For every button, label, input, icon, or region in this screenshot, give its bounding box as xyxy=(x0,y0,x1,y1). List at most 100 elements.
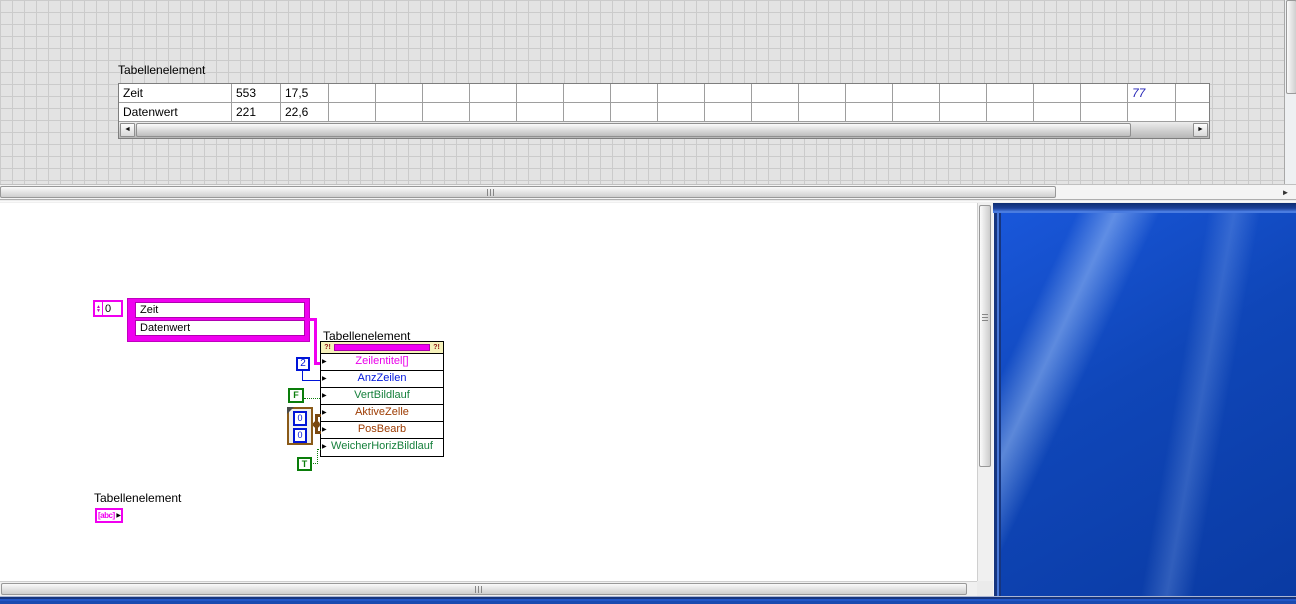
table-cell[interactable] xyxy=(987,103,1034,121)
table-cell[interactable] xyxy=(517,84,564,102)
array-string-element[interactable]: Zeit xyxy=(135,302,305,318)
table-cell[interactable] xyxy=(376,103,423,121)
array-index-value[interactable]: 0 xyxy=(103,302,111,315)
property-row-aktivezelle[interactable]: ▶ AktiveZelle xyxy=(321,405,443,422)
reference-marker: ?! xyxy=(433,343,440,351)
table-cell[interactable] xyxy=(1176,84,1209,102)
table-cell[interactable] xyxy=(423,103,470,121)
table-cell[interactable] xyxy=(940,103,987,121)
property-node-reference-header[interactable]: ?! ?! xyxy=(321,342,443,354)
property-node[interactable]: ?! ?! ▶ Zeilentitel[] ▶ AnzZeilen ▶ VertBildl… xyxy=(320,341,444,457)
property-row-anzzeilen[interactable]: ▶ AnzZeilen xyxy=(321,371,443,388)
table-cell[interactable] xyxy=(1034,103,1081,121)
cluster-numeric-constant[interactable]: 0 xyxy=(293,411,307,426)
string-array-constant[interactable]: Zeit Datenwert xyxy=(127,298,310,342)
front-panel-hscroll-right-button[interactable]: ► xyxy=(1278,187,1293,198)
block-diagram-hscroll-thumb[interactable] xyxy=(1,583,967,595)
table-hscrollbar[interactable]: ◄ ► xyxy=(119,122,1209,138)
property-row-zeilentitel[interactable]: ▶ Zeilentitel[] xyxy=(321,354,443,371)
table-cell[interactable] xyxy=(564,103,611,121)
scrollbar-grip-icon xyxy=(982,312,988,321)
table-scroll-left-button[interactable]: ◄ xyxy=(120,123,135,137)
block-diagram-canvas[interactable]: ▲ ▼ 0 Zeit Datenwert Tabellenelement ?! ?!… xyxy=(0,203,977,581)
table-cell[interactable] xyxy=(752,84,799,102)
table-cell[interactable] xyxy=(846,103,893,121)
table-cell[interactable] xyxy=(470,103,517,121)
table-cell[interactable] xyxy=(611,103,658,121)
boolean-constant-true[interactable]: T xyxy=(297,457,312,471)
table-control: Zeit 553 17,5 77 Datenwert 221 22,6 ◄ ► xyxy=(118,83,1210,139)
wire-smooth-scroll[interactable] xyxy=(317,449,321,450)
cluster-numeric-constant[interactable]: 0 xyxy=(293,428,307,443)
front-panel-canvas[interactable]: Tabellenelement Zeit 553 17,5 77 Datenwert 22… xyxy=(0,0,1284,184)
table-cell[interactable] xyxy=(1081,103,1128,121)
row-header-cell[interactable]: Datenwert xyxy=(119,103,232,121)
front-panel-vscrollbar[interactable] xyxy=(1284,0,1296,184)
table-cell[interactable] xyxy=(611,84,658,102)
table-cell[interactable] xyxy=(705,84,752,102)
numeric-constant-rows[interactable]: 2 xyxy=(296,357,310,371)
table-cell[interactable] xyxy=(799,103,846,121)
table-cell[interactable] xyxy=(752,103,799,121)
table-cell[interactable] xyxy=(1128,103,1176,121)
property-row-weicherhorizbildlauf[interactable]: ▶ WeicherHorizBildlauf xyxy=(321,439,443,456)
wire-smooth-scroll[interactable] xyxy=(317,449,318,464)
desktop-bottom-strip xyxy=(0,596,1296,604)
cluster-constant[interactable]: 00 xyxy=(287,407,313,445)
array-string-element[interactable]: Datenwert xyxy=(135,320,305,336)
front-panel-hscroll-thumb[interactable] xyxy=(0,186,1056,198)
table-cell[interactable] xyxy=(893,84,940,102)
table-cell[interactable] xyxy=(470,84,517,102)
table-cell[interactable] xyxy=(1034,84,1081,102)
table-cell[interactable] xyxy=(329,84,376,102)
wire-cluster[interactable] xyxy=(315,431,321,434)
block-diagram-vscrollbar[interactable] xyxy=(977,203,993,581)
wire-cluster[interactable] xyxy=(315,414,321,417)
table-cell[interactable] xyxy=(846,84,893,102)
boolean-constant-false[interactable]: F xyxy=(288,388,304,403)
property-node-rows: ▶ Zeilentitel[] ▶ AnzZeilen ▶ VertBildlauf ▶ Ak… xyxy=(321,354,443,456)
block-diagram-window: ▲ ▼ 0 Zeit Datenwert Tabellenelement ?! ?!… xyxy=(0,203,993,596)
table-cell[interactable]: 77 xyxy=(1128,84,1176,102)
table-cell[interactable] xyxy=(376,84,423,102)
block-diagram-hscrollbar[interactable] xyxy=(0,581,977,596)
table-cell[interactable] xyxy=(893,103,940,121)
wire-vert-scroll[interactable] xyxy=(304,398,320,399)
table-cell[interactable]: 221 xyxy=(232,103,281,121)
table-cell[interactable] xyxy=(564,84,611,102)
front-panel-window: Tabellenelement Zeit 553 17,5 77 Datenwert 22… xyxy=(0,0,1296,199)
wire-num-rows[interactable] xyxy=(302,380,320,381)
table-scroll-right-button[interactable]: ► xyxy=(1193,123,1208,137)
table-cell[interactable]: 17,5 xyxy=(281,84,329,102)
wire-junction-dot xyxy=(313,421,320,428)
property-row-posbearb[interactable]: ▶ PosBearb xyxy=(321,422,443,439)
table-cell[interactable] xyxy=(1176,103,1209,121)
scrollbar-grip-icon xyxy=(475,586,484,593)
table-cell[interactable] xyxy=(517,103,564,121)
array-index-increment-icon[interactable]: ▲ ▼ xyxy=(95,302,103,315)
table-scroll-track[interactable] xyxy=(136,123,1192,137)
table-cell[interactable]: 553 xyxy=(232,84,281,102)
table-cell[interactable] xyxy=(658,103,705,121)
front-panel-hscrollbar[interactable]: ► xyxy=(0,184,1296,199)
row-header-cell[interactable]: Zeit xyxy=(119,84,232,102)
table-cell[interactable] xyxy=(705,103,752,121)
table-cell[interactable] xyxy=(423,84,470,102)
array-index-box[interactable]: ▲ ▼ 0 xyxy=(93,300,123,317)
property-name: AktiveZelle xyxy=(355,406,409,418)
table-cell[interactable]: 22,6 xyxy=(281,103,329,121)
table-cell[interactable] xyxy=(658,84,705,102)
table-scroll-thumb[interactable] xyxy=(136,123,1131,137)
front-panel-vscroll-thumb[interactable] xyxy=(1286,0,1296,94)
property-row-vertbildlauf[interactable]: ▶ VertBildlauf xyxy=(321,388,443,405)
terminal-output-arrow: ▶ xyxy=(116,512,121,519)
table-grid: Zeit 553 17,5 77 Datenwert 221 22,6 xyxy=(119,84,1209,122)
table-cell[interactable] xyxy=(940,84,987,102)
table-terminal[interactable]: [abc] ▶ xyxy=(95,508,123,523)
block-diagram-vscroll-thumb[interactable] xyxy=(979,205,991,467)
table-cell[interactable] xyxy=(329,103,376,121)
table-cell[interactable] xyxy=(1081,84,1128,102)
wire-string-array[interactable] xyxy=(314,318,317,364)
table-cell[interactable] xyxy=(799,84,846,102)
table-cell[interactable] xyxy=(987,84,1034,102)
